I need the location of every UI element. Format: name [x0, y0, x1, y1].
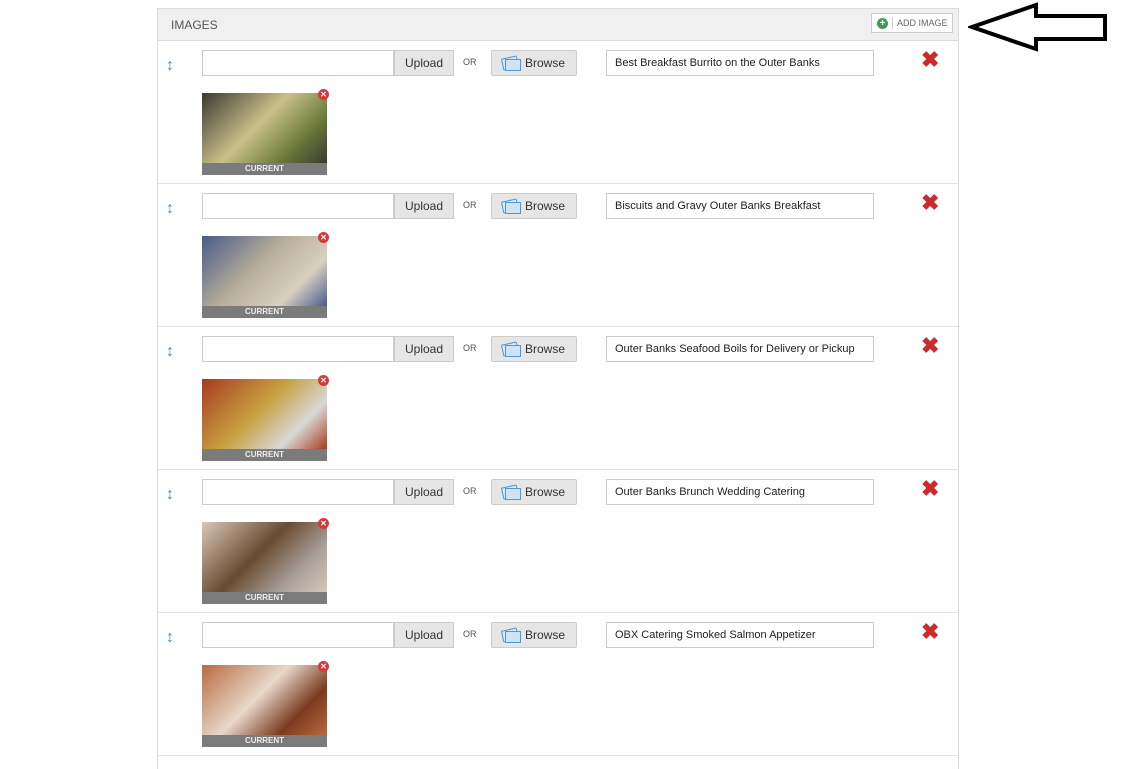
- upload-button[interactable]: Upload: [394, 622, 454, 648]
- upload-button[interactable]: Upload: [394, 193, 454, 219]
- or-label: OR: [463, 57, 477, 67]
- current-label: CURRENT: [202, 163, 327, 175]
- drag-handle-icon[interactable]: ↕: [166, 57, 174, 75]
- add-image-label: ADD IMAGE: [897, 18, 948, 28]
- drag-handle-icon[interactable]: ↕: [166, 486, 174, 504]
- plus-circle-icon: +: [877, 17, 888, 29]
- or-label: OR: [463, 343, 477, 353]
- image-row: ↕ Upload OR Browse ✖ CURRENT ✕: [158, 613, 958, 756]
- image-row: ↕ Upload OR Browse ✖ CURRENT ✕: [158, 327, 958, 470]
- add-image-button[interactable]: + ADD IMAGE: [871, 13, 953, 33]
- image-row: ↕ Upload OR Browse ✖ CURRENT ✕: [158, 470, 958, 613]
- panel-title: IMAGES: [171, 18, 218, 32]
- browse-label: Browse: [525, 342, 566, 356]
- browse-button[interactable]: Browse: [491, 50, 577, 76]
- remove-thumbnail-icon[interactable]: ✕: [318, 375, 329, 386]
- image-thumbnail: CURRENT: [202, 522, 327, 604]
- upload-label: Upload: [404, 342, 444, 356]
- thumbnail-image: [202, 665, 327, 735]
- browse-button[interactable]: Browse: [491, 622, 577, 648]
- images-icon: [500, 626, 521, 643]
- browse-button[interactable]: Browse: [491, 193, 577, 219]
- or-label: OR: [463, 629, 477, 639]
- current-label: CURRENT: [202, 449, 327, 461]
- remove-thumbnail-icon[interactable]: ✕: [318, 232, 329, 243]
- file-path-input[interactable]: [202, 479, 394, 505]
- remove-thumbnail-icon[interactable]: ✕: [318, 661, 329, 672]
- images-panel: IMAGES + ADD IMAGE ↕ Upload OR Browse ✖ …: [157, 8, 959, 769]
- image-thumbnail: CURRENT: [202, 665, 327, 747]
- thumbnail-image: [202, 93, 327, 163]
- delete-row-icon[interactable]: ✖: [921, 478, 939, 500]
- image-thumbnail: CURRENT: [202, 379, 327, 461]
- upload-button[interactable]: Upload: [394, 336, 454, 362]
- image-title-input[interactable]: [606, 50, 874, 76]
- images-icon: [500, 483, 521, 500]
- image-list: ↕ Upload OR Browse ✖ CURRENT ✕ ↕ Upload …: [158, 41, 958, 756]
- delete-row-icon[interactable]: ✖: [921, 192, 939, 214]
- thumbnail-image: [202, 522, 327, 592]
- current-label: CURRENT: [202, 592, 327, 604]
- image-thumbnail: CURRENT: [202, 236, 327, 318]
- current-label: CURRENT: [202, 735, 327, 747]
- panel-header: IMAGES + ADD IMAGE: [158, 9, 958, 41]
- browse-label: Browse: [525, 199, 566, 213]
- browse-button[interactable]: Browse: [491, 479, 577, 505]
- drag-handle-icon[interactable]: ↕: [166, 343, 174, 361]
- images-icon: [500, 340, 521, 357]
- file-path-input[interactable]: [202, 622, 394, 648]
- drag-handle-icon[interactable]: ↕: [166, 200, 174, 218]
- upload-label: Upload: [404, 199, 444, 213]
- delete-row-icon[interactable]: ✖: [921, 621, 939, 643]
- remove-thumbnail-icon[interactable]: ✕: [318, 89, 329, 100]
- or-label: OR: [463, 200, 477, 210]
- file-path-input[interactable]: [202, 193, 394, 219]
- thumbnail-image: [202, 236, 327, 306]
- thumbnail-image: [202, 379, 327, 449]
- image-title-input[interactable]: [606, 479, 874, 505]
- image-thumbnail: CURRENT: [202, 93, 327, 175]
- browse-button[interactable]: Browse: [491, 336, 577, 362]
- current-label: CURRENT: [202, 306, 327, 318]
- images-icon: [500, 54, 521, 71]
- arrow-left-annotation-icon: [968, 2, 1107, 52]
- upload-label: Upload: [404, 56, 444, 70]
- upload-label: Upload: [404, 485, 444, 499]
- browse-label: Browse: [525, 56, 566, 70]
- image-title-input[interactable]: [606, 193, 874, 219]
- image-title-input[interactable]: [606, 622, 874, 648]
- upload-button[interactable]: Upload: [394, 479, 454, 505]
- file-path-input[interactable]: [202, 336, 394, 362]
- images-icon: [500, 197, 521, 214]
- browse-label: Browse: [525, 628, 566, 642]
- upload-button[interactable]: Upload: [394, 50, 454, 76]
- image-row: ↕ Upload OR Browse ✖ CURRENT ✕: [158, 184, 958, 327]
- image-title-input[interactable]: [606, 336, 874, 362]
- image-row: ↕ Upload OR Browse ✖ CURRENT ✕: [158, 41, 958, 184]
- divider: [892, 17, 893, 29]
- delete-row-icon[interactable]: ✖: [921, 335, 939, 357]
- browse-label: Browse: [525, 485, 566, 499]
- delete-row-icon[interactable]: ✖: [921, 49, 939, 71]
- remove-thumbnail-icon[interactable]: ✕: [318, 518, 329, 529]
- upload-label: Upload: [404, 628, 444, 642]
- or-label: OR: [463, 486, 477, 496]
- drag-handle-icon[interactable]: ↕: [166, 629, 174, 647]
- file-path-input[interactable]: [202, 50, 394, 76]
